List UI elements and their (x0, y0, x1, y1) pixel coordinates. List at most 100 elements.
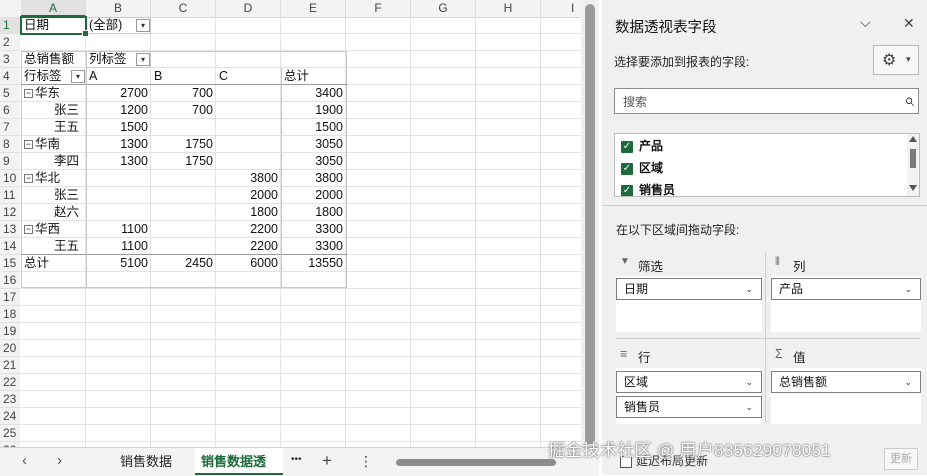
pivot-value-cell[interactable]: 2200 (216, 221, 278, 238)
pivot-row-item-label[interactable]: 张三 (54, 187, 79, 204)
pivot-row-group-label[interactable]: − 华西 (24, 221, 60, 238)
next-sheet-icon[interactable]: › (57, 452, 62, 469)
pivot-value-cell[interactable]: 2000 (216, 187, 278, 204)
column-header-c[interactable]: C (151, 0, 216, 17)
values-label[interactable]: 总销售额 (24, 51, 74, 68)
collapse-icon[interactable]: − (24, 140, 33, 150)
vertical-scroll-thumb[interactable] (585, 4, 595, 444)
column-header-h[interactable]: H (476, 0, 541, 17)
row-header[interactable]: 9 (0, 153, 20, 170)
row-header[interactable]: 2 (0, 34, 20, 51)
values-drop-zone[interactable]: 总销售额 ⌄ (771, 368, 921, 424)
pivot-value-cell[interactable] (216, 119, 278, 136)
pivot-value-cell[interactable] (86, 187, 148, 204)
filter-field-label[interactable]: 日期 (24, 17, 49, 34)
grand-total-overall[interactable]: 13550 (281, 255, 343, 272)
columns-drop-zone[interactable]: 产品 ⌄ (771, 276, 921, 332)
row-header[interactable]: 10 (0, 170, 20, 187)
column-header-i[interactable]: I (541, 0, 581, 17)
checkbox-checked-icon[interactable]: ✓ (621, 184, 633, 196)
collapse-icon[interactable]: − (24, 174, 33, 184)
pivot-row-group-label[interactable]: − 华南 (24, 136, 60, 153)
pivot-row-item-label[interactable]: 王五 (54, 119, 79, 136)
column-header-d[interactable]: D (216, 0, 281, 17)
sheet-tab-sales-data[interactable]: 销售数据 (114, 448, 178, 475)
row-header[interactable]: 23 (0, 391, 20, 408)
column-labels-header[interactable]: 列标签 (89, 51, 127, 68)
grand-total-b[interactable]: 2450 (151, 255, 213, 272)
pivot-value-cell[interactable]: 1300 (86, 153, 148, 170)
pivot-value-cell[interactable] (151, 221, 213, 238)
row-header[interactable]: 19 (0, 323, 20, 340)
pivot-value-cell[interactable]: 1500 (281, 119, 343, 136)
pivot-value-cell[interactable]: 1300 (86, 136, 148, 153)
pivot-row-group-label[interactable]: − 华东 (24, 85, 60, 102)
checkbox-checked-icon[interactable]: ✓ (621, 162, 633, 175)
update-button[interactable]: 更新 (884, 448, 918, 470)
column-header-e[interactable]: E (281, 0, 346, 17)
add-sheet-icon[interactable]: + (322, 451, 332, 471)
pivot-row-item-label[interactable]: 王五 (54, 238, 79, 255)
search-icon[interactable]: ⌕ (904, 90, 914, 111)
pivot-row-group-label[interactable]: − 华北 (24, 170, 60, 187)
row-header[interactable]: 4 (0, 68, 20, 85)
pivot-value-cell[interactable] (216, 136, 278, 153)
pivot-value-cell[interactable] (216, 85, 278, 102)
cell-area[interactable]: 日期 (全部) ▾ 总销售额 列标签 ▾ 行标签 ▾ A B C 总计 − 华东 2… (20, 16, 581, 459)
row-header[interactable]: 12 (0, 204, 20, 221)
column-labels-dropdown[interactable]: ▾ (136, 53, 150, 66)
pivot-value-cell[interactable]: 1100 (86, 221, 148, 238)
pivot-value-cell[interactable]: 2200 (216, 238, 278, 255)
row-header[interactable]: 15 (0, 255, 20, 272)
row-header[interactable]: 11 (0, 187, 20, 204)
vertical-scrollbar[interactable] (581, 0, 599, 447)
row-labels-dropdown[interactable]: ▾ (71, 70, 85, 83)
grand-total-row-label[interactable]: 总计 (24, 255, 49, 272)
pivot-value-cell[interactable]: 1900 (281, 102, 343, 119)
pivot-value-cell[interactable]: 700 (151, 85, 213, 102)
pivot-value-cell[interactable]: 3300 (281, 221, 343, 238)
field-search-box[interactable]: ⌕ (614, 88, 919, 114)
row-header[interactable]: 24 (0, 408, 20, 425)
scroll-down-icon[interactable] (909, 185, 917, 191)
value-field-total-sales[interactable]: 总销售额 ⌄ (771, 371, 921, 393)
chevron-down-icon[interactable]: ⌄ (745, 372, 753, 392)
collapse-pane-icon[interactable]: ⌵ (860, 14, 871, 31)
pivot-value-cell[interactable]: 2000 (281, 187, 343, 204)
fill-handle[interactable] (82, 30, 89, 37)
field-search-input[interactable] (621, 93, 895, 111)
row-header[interactable]: 20 (0, 340, 20, 357)
pivot-value-cell[interactable]: 3800 (281, 170, 343, 187)
column-item-b[interactable]: B (154, 68, 162, 85)
pivot-value-cell[interactable]: 1100 (86, 238, 148, 255)
row-header[interactable]: 18 (0, 306, 20, 323)
grand-total-header[interactable]: 总计 (284, 68, 309, 85)
close-pane-icon[interactable]: ✕ (903, 15, 915, 32)
pivot-value-cell[interactable]: 3050 (281, 136, 343, 153)
settings-button[interactable]: ⚙ ▾ (873, 45, 919, 75)
row-header[interactable]: 16 (0, 272, 20, 289)
column-header-b[interactable]: B (86, 0, 151, 17)
pivot-value-cell[interactable]: 1800 (281, 204, 343, 221)
column-item-a[interactable]: A (89, 68, 97, 85)
pivot-value-cell[interactable]: 1800 (216, 204, 278, 221)
horizontal-scroll-thumb[interactable] (396, 459, 556, 466)
pivot-value-cell[interactable] (151, 238, 213, 255)
row-header[interactable]: 21 (0, 357, 20, 374)
filter-dropdown-button[interactable]: ▾ (136, 19, 150, 32)
checkbox-checked-icon[interactable]: ✓ (621, 140, 633, 153)
sheet-options-icon[interactable]: ⋮ (359, 453, 373, 470)
field-list-scrollbar[interactable] (907, 134, 919, 196)
pivot-value-cell[interactable]: 1200 (86, 102, 148, 119)
column-header-a[interactable]: A (21, 0, 86, 17)
row-header[interactable]: 8 (0, 136, 20, 153)
filters-drop-zone[interactable]: 日期 ⌄ (616, 276, 762, 332)
row-header[interactable]: 1 (0, 17, 20, 34)
pivot-value-cell[interactable] (216, 102, 278, 119)
scroll-up-icon[interactable] (909, 136, 917, 142)
collapse-icon[interactable]: − (24, 225, 33, 235)
row-header[interactable]: 17 (0, 289, 20, 306)
pivot-value-cell[interactable]: 1750 (151, 153, 213, 170)
row-header[interactable]: 22 (0, 374, 20, 391)
pivot-value-cell[interactable] (151, 119, 213, 136)
